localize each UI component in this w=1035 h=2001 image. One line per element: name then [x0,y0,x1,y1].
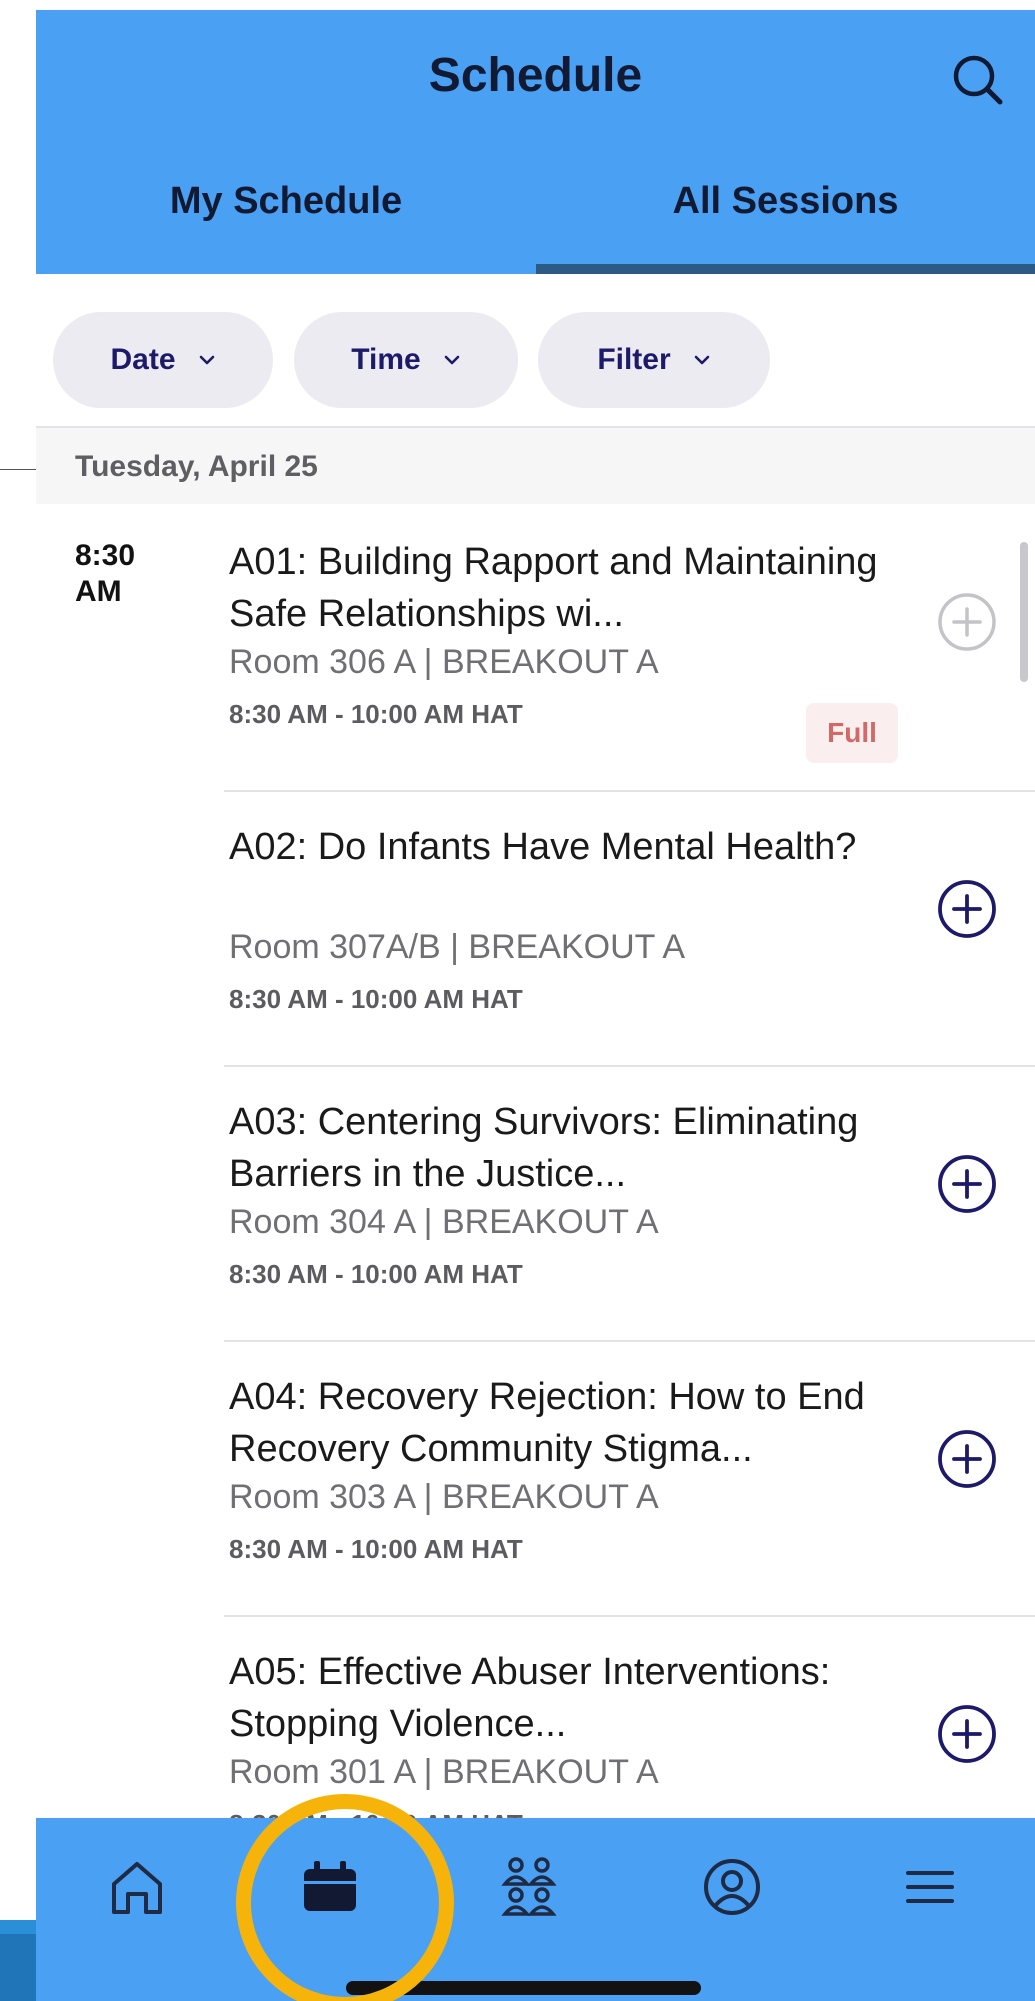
add-circle-icon [938,1155,996,1213]
filter-bar: Date Time Filter [36,274,1035,428]
session-title: A02: Do Infants Have Mental Health? [229,826,857,868]
page-title: Schedule [428,49,643,102]
time-slot-period: AM [75,575,122,608]
session-time: 8:30 AM - 10:00 AM HAT [229,984,523,1014]
app-window: Schedule My Schedule All Sessions Date T… [36,10,1035,2001]
session-time: 8:30 AM - 10:00 AM HAT [229,699,523,729]
menu-icon [906,1871,954,1903]
add-circle-icon [938,880,996,938]
add-session-button[interactable] [936,1703,998,1765]
tab-all-sessions[interactable]: All Sessions [536,180,1035,230]
search-button[interactable] [948,50,1008,110]
date-filter-button[interactable]: Date [53,312,273,408]
add-session-button[interactable] [936,878,998,940]
selected-tab-indicator [536,264,1035,274]
session-row[interactable]: A01: Building Rapport and Maintaining Sa… [224,528,1035,788]
add-circle-icon [938,593,996,651]
date-section-header: Tuesday, April 25 [36,428,1035,504]
status-badge: Full [806,703,898,763]
people-icon [501,1857,557,1916]
search-icon [953,55,1003,105]
nav-attendees-button[interactable] [491,1852,567,1922]
session-title: A01: Building Rapport and Maintaining Sa… [229,541,878,635]
background-line [0,469,36,470]
session-room: Room 303 A | BREAKOUT A [229,1478,659,1516]
nav-menu-button[interactable] [892,1852,968,1922]
bottom-nav-bar [36,1818,1035,2001]
tab-my-schedule[interactable]: My Schedule [36,180,536,230]
session-title: A03: Centering Survivors: Eliminating Ba… [229,1101,859,1195]
date-section-label: Tuesday, April 25 [75,450,318,483]
home-icon [112,1862,162,1914]
session-time: 8:30 AM - 10:00 AM HAT [229,1259,523,1289]
session-room: Room 304 A | BREAKOUT A [229,1203,659,1241]
session-time: 8:30 AM - 10:00 AM HAT [229,1534,523,1564]
session-title: A05: Effective Abuser Interventions: Sto… [229,1651,831,1745]
chevron-down-icon [694,355,709,365]
nav-profile-button[interactable] [694,1852,770,1922]
nav-home-button[interactable] [99,1852,175,1922]
row-divider [224,1340,1035,1342]
session-row[interactable]: A02: Do Infants Have Mental Health? Room… [224,813,1035,1063]
session-room: Room 307A/B | BREAKOUT A [229,928,686,966]
session-row[interactable]: A04: Recovery Rejection: How to End Reco… [224,1363,1035,1613]
session-row[interactable]: A03: Centering Survivors: Eliminating Ba… [224,1088,1035,1338]
filter-label: Filter [597,343,671,376]
highlight-ring [236,1794,454,2001]
time-slot-hour: 8:30 [75,539,136,572]
session-title: A04: Recovery Rejection: How to End Reco… [229,1376,865,1470]
profile-icon [704,1859,760,1915]
chevron-down-icon [444,355,460,365]
time-slot-label: 8:30 AM [75,538,135,610]
date-filter-label: Date [110,343,176,376]
session-room: Room 306 A | BREAKOUT A [229,643,659,681]
row-divider [224,790,1035,792]
row-divider [224,1065,1035,1067]
add-session-button[interactable] [936,1153,998,1215]
session-room: Room 301 A | BREAKOUT A [229,1753,659,1791]
add-session-button[interactable] [936,1428,998,1490]
time-filter-label: Time [351,343,421,376]
background-tile [0,1934,36,2001]
time-filter-button[interactable]: Time [294,312,518,408]
add-session-button[interactable] [936,591,998,653]
add-circle-icon [938,1430,996,1488]
chevron-down-icon [199,355,214,365]
add-circle-icon [938,1705,996,1763]
background-strip [0,0,36,2001]
header: Schedule My Schedule All Sessions [36,10,1035,274]
row-divider [224,1615,1035,1617]
scrollbar[interactable] [1020,542,1028,682]
filter-button[interactable]: Filter [538,312,770,408]
